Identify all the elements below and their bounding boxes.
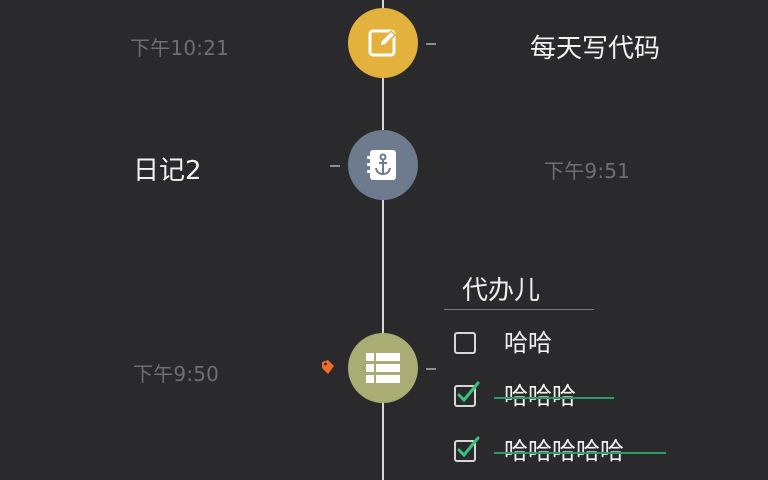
entry-time: 下午9:50 (133, 362, 220, 386)
todo-title: 代办儿 (462, 276, 541, 306)
timeline-node-edit[interactable] (348, 8, 418, 78)
entry-time: 下午10:21 (130, 36, 230, 60)
checkbox-checked-icon[interactable] (454, 436, 480, 462)
todo-divider (444, 309, 594, 310)
entry-time: 下午9:51 (544, 159, 631, 183)
entry-connector (426, 43, 436, 45)
todo-item-text: 哈哈哈哈哈 (504, 437, 624, 465)
todo-item[interactable]: 哈哈 (454, 328, 734, 358)
timeline-screen: 下午10:21 每天写代码 日记2 下午9:51 下午9:50 代办儿 哈哈 哈… (0, 0, 768, 480)
todo-item-text: 哈哈 (504, 329, 552, 357)
todo-item[interactable]: 哈哈哈哈哈 (454, 436, 734, 466)
timeline-node-todo[interactable] (348, 333, 418, 403)
list-icon (365, 352, 401, 384)
tag-icon[interactable] (321, 359, 335, 375)
strikethrough-line (494, 452, 666, 454)
checkbox-unchecked-icon[interactable] (454, 332, 476, 354)
edit-note-icon (366, 26, 400, 60)
strikethrough-line (494, 397, 614, 399)
todo-item-text: 哈哈哈 (504, 382, 576, 410)
todo-item[interactable]: 哈哈哈 (454, 381, 734, 411)
entry-title[interactable]: 每天写代码 (530, 28, 660, 65)
entry-connector (330, 165, 340, 167)
checkbox-checked-icon[interactable] (454, 381, 480, 407)
entry-title[interactable]: 日记2 (133, 150, 202, 187)
anchor-notebook-icon (365, 147, 401, 183)
timeline-node-notebook[interactable] (348, 130, 418, 200)
entry-connector (426, 368, 436, 370)
